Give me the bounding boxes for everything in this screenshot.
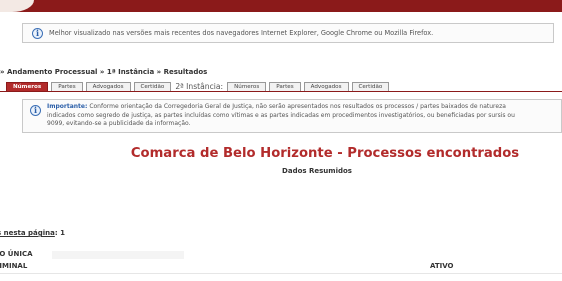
page-count-label: s nesta página: [0, 229, 55, 237]
important-notice: i Importante: Conforme orientação da Cor…: [22, 99, 562, 133]
header-logo-curve: [0, 0, 34, 12]
important-notice-text: Importante: Conforme orientação da Corre…: [47, 103, 562, 129]
important-line-2: indicados como segredo de justiça, as pa…: [47, 111, 515, 119]
process-type: RIMINAL: [0, 262, 28, 270]
results-subtitle: Dados Resumidos: [282, 167, 352, 175]
table-row[interactable]: RIMINAL ATIVO: [0, 262, 562, 272]
page-count: s nesta página: 1: [0, 229, 65, 237]
process-section: ÃO ÚNICA: [0, 250, 33, 258]
tab-divider: [0, 91, 562, 92]
info-icon: i: [30, 105, 41, 116]
row-highlight: [52, 251, 184, 259]
breadcrumb: » Andamento Processual » 1ª Instância » …: [0, 68, 208, 76]
page-count-value: : 1: [54, 229, 65, 237]
browser-notice: i Melhor visualizado nas versões mais re…: [22, 23, 554, 43]
status-badge: ATIVO: [430, 262, 454, 270]
important-line-1-text: Conforme orientação da Corregedoria Gera…: [89, 103, 506, 110]
info-icon: i: [32, 27, 43, 39]
important-line-3: 9099, evitando-se a publicidade da infor…: [47, 120, 191, 128]
table-row: ÃO ÚNICA: [0, 250, 562, 260]
important-label: Importante:: [47, 103, 88, 110]
results-title: Comarca de Belo Horizonte - Processos en…: [130, 146, 520, 161]
important-line-1: Importante: Conforme orientação da Corre…: [47, 103, 562, 112]
browser-notice-text: Melhor visualizado nas versões mais rece…: [49, 29, 434, 37]
row-divider: [0, 273, 562, 274]
top-header-bar: [0, 0, 562, 12]
